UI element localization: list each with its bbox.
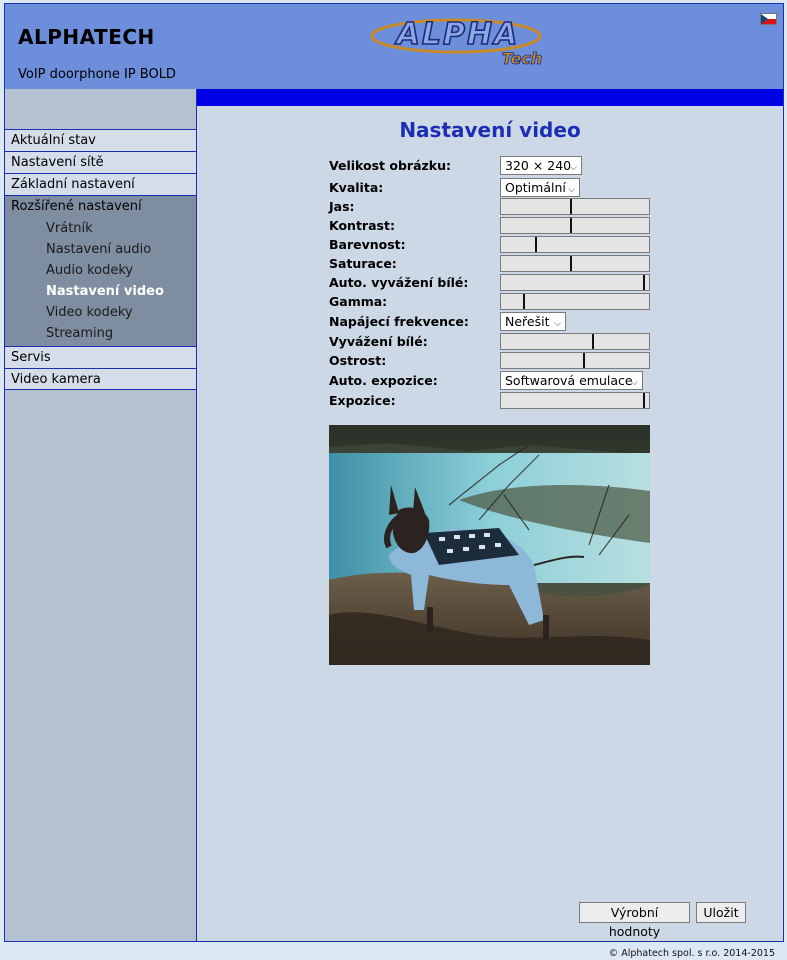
color-slider-thumb[interactable] [535, 237, 537, 252]
sidebar-item-video-camera[interactable]: Video kamera [5, 368, 196, 390]
sidebar-item-service[interactable]: Servis [5, 346, 196, 368]
save-button[interactable]: Uložit [696, 902, 746, 923]
gamma-slider-thumb[interactable] [523, 294, 525, 309]
czech-flag-icon[interactable] [760, 13, 777, 25]
sidebar-subitem-video-settings[interactable]: Nastavení video [5, 281, 196, 302]
saturation-slider[interactable] [500, 255, 650, 272]
power-frequency-row: Napájecí frekvence: Neřešit ⌵ [329, 312, 659, 331]
exposure-slider-thumb[interactable] [643, 393, 645, 408]
image-size-row: Velikost obrázku: 320 × 240 ⌵ [329, 156, 659, 175]
auto-exposure-row: Auto. expozice: Softwarová emulace ⌵ [329, 371, 659, 390]
brightness-slider[interactable] [500, 198, 650, 215]
power-frequency-select[interactable]: Neřešit ⌵ [500, 312, 566, 331]
auto-exposure-select[interactable]: Softwarová emulace ⌵ [500, 371, 643, 390]
saturation-label: Saturace: [329, 256, 397, 271]
chevron-down-icon: ⌵ [554, 319, 561, 329]
chevron-down-icon: ⌵ [631, 378, 638, 388]
sidebar: Aktuální stav Nastavení sítě Základní na… [5, 89, 197, 941]
auto-white-balance-slider[interactable] [500, 274, 650, 291]
alphatech-logo: ALPHA Tech [370, 16, 543, 68]
quality-label: Kvalita: [329, 180, 384, 195]
sidebar-item-current-status[interactable]: Aktuální stav [5, 129, 196, 151]
white-balance-label: Vyvážení bílé: [329, 334, 428, 349]
white-balance-slider-thumb[interactable] [592, 334, 594, 349]
svg-text:ALPHA: ALPHA [395, 17, 520, 52]
image-size-value: 320 × 240 [505, 158, 572, 173]
sidebar-subitem-audio-codecs[interactable]: Audio kodeky [5, 260, 196, 281]
quality-row: Kvalita: Optimální ⌵ [329, 178, 659, 197]
exposure-row: Expozice: [329, 391, 659, 410]
accent-bar [197, 89, 783, 106]
auto-white-balance-label: Auto. vyvážení bílé: [329, 275, 469, 290]
sidebar-subitem-doorman[interactable]: Vrátník [5, 218, 196, 239]
power-frequency-label: Napájecí frekvence: [329, 314, 469, 329]
page-title: Nastavení video [399, 118, 581, 142]
quality-select[interactable]: Optimální ⌵ [500, 178, 580, 197]
contrast-row: Kontrast: [329, 216, 659, 235]
auto-white-balance-row: Auto. vyvážení bílé: [329, 273, 659, 292]
header: ALPHATECH VoIP doorphone IP BOLD ALPHA T… [5, 4, 783, 89]
sidebar-item-network-settings[interactable]: Nastavení sítě [5, 151, 196, 173]
sharpness-label: Ostrost: [329, 353, 387, 368]
sidebar-subitem-audio-settings[interactable]: Nastavení audio [5, 239, 196, 260]
color-label: Barevnost: [329, 237, 406, 252]
white-balance-row: Vyvážení bílé: [329, 332, 659, 351]
svg-text:Tech: Tech [502, 49, 543, 68]
auto-exposure-label: Auto. expozice: [329, 373, 438, 388]
saturation-slider-thumb[interactable] [570, 256, 572, 271]
page-frame: ALPHATECH VoIP doorphone IP BOLD ALPHA T… [4, 3, 784, 942]
quality-value: Optimální [505, 180, 566, 195]
white-balance-slider[interactable] [500, 333, 650, 350]
gamma-label: Gamma: [329, 294, 388, 309]
sharpness-slider-thumb[interactable] [583, 353, 585, 368]
contrast-slider[interactable] [500, 217, 650, 234]
gamma-row: Gamma: [329, 292, 659, 311]
device-model: VoIP doorphone IP BOLD [18, 67, 176, 82]
auto-white-balance-slider-thumb[interactable] [643, 275, 645, 290]
chevron-down-icon: ⌵ [570, 163, 577, 173]
image-size-select[interactable]: 320 × 240 ⌵ [500, 156, 582, 175]
contrast-label: Kontrast: [329, 218, 395, 233]
main-content: Nastavení video Velikost obrázku: 320 × … [197, 106, 783, 941]
brightness-slider-thumb[interactable] [570, 199, 572, 214]
color-slider[interactable] [500, 236, 650, 253]
color-row: Barevnost: [329, 235, 659, 254]
exposure-slider[interactable] [500, 392, 650, 409]
footer-copyright: © Alphatech spol. s r.o. 2014-2015 [608, 948, 775, 959]
contrast-slider-thumb[interactable] [570, 218, 572, 233]
factory-defaults-button[interactable]: Výrobní hodnoty [579, 902, 690, 939]
camera-preview-image [329, 425, 650, 665]
image-size-label: Velikost obrázku: [329, 158, 451, 173]
sidebar-subitem-video-codecs[interactable]: Video kodeky [5, 302, 196, 323]
power-frequency-value: Neřešit [505, 314, 550, 329]
exposure-label: Expozice: [329, 393, 396, 408]
brand-name: ALPHATECH [18, 25, 155, 49]
brightness-row: Jas: [329, 197, 659, 216]
sidebar-item-basic-settings[interactable]: Základní nastavení [5, 173, 196, 195]
sharpness-slider[interactable] [500, 352, 650, 369]
sidebar-item-advanced-settings[interactable]: Rozšířené nastavení [5, 196, 196, 218]
saturation-row: Saturace: [329, 254, 659, 273]
sharpness-row: Ostrost: [329, 351, 659, 370]
sidebar-group-advanced: Rozšířené nastavení Vrátník Nastavení au… [5, 195, 196, 346]
sidebar-subitem-streaming[interactable]: Streaming [5, 323, 196, 344]
auto-exposure-value: Softwarová emulace [505, 373, 633, 388]
brightness-label: Jas: [329, 199, 355, 214]
gamma-slider[interactable] [500, 293, 650, 310]
